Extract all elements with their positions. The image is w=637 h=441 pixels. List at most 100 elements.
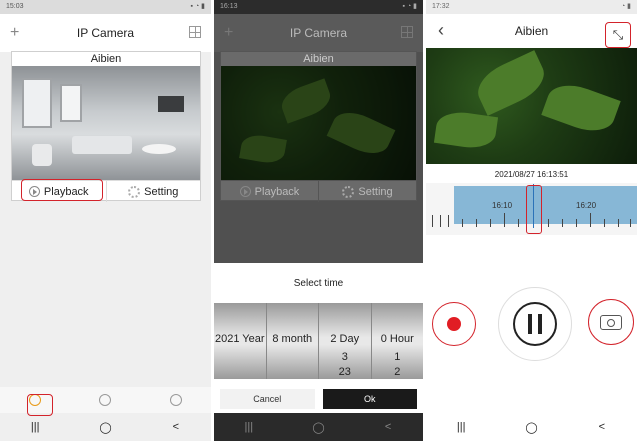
camera-icon bbox=[600, 314, 622, 330]
status-icons: ▪ ◔ ▮ bbox=[402, 3, 417, 10]
timeline-tick bbox=[476, 219, 477, 227]
timeline-tick bbox=[518, 219, 519, 227]
timeline-tick bbox=[548, 219, 549, 227]
status-bar: 17:32 ◔ ▮ bbox=[426, 0, 637, 14]
leaf-shape bbox=[541, 77, 621, 139]
highlight-cursor bbox=[526, 185, 542, 234]
camera-name: Aibien bbox=[90, 53, 122, 65]
tv-shape bbox=[158, 96, 184, 112]
hour-column[interactable]: 0 Hour 1 2 bbox=[370, 303, 424, 379]
table-shape bbox=[142, 144, 176, 154]
timeline-tick bbox=[490, 219, 491, 227]
system-nav-bar: ||| ◯ < bbox=[426, 413, 637, 441]
camera-preview[interactable] bbox=[12, 66, 200, 180]
leaf-shape bbox=[239, 132, 287, 166]
timeline-tick bbox=[590, 213, 591, 227]
home-button[interactable]: ◯ bbox=[516, 421, 546, 434]
playback-controls bbox=[426, 285, 637, 365]
window-shape bbox=[22, 78, 52, 128]
grid-icon[interactable] bbox=[401, 26, 413, 38]
playback-button[interactable]: Playback bbox=[221, 181, 318, 202]
record-icon bbox=[447, 317, 461, 331]
app-bar: + IP Camera bbox=[214, 14, 423, 52]
hour-option: 1 bbox=[394, 351, 401, 363]
recent-apps-button[interactable]: ||| bbox=[20, 421, 50, 433]
timeline-tick bbox=[462, 219, 463, 227]
back-button[interactable]: < bbox=[373, 421, 403, 433]
status-bar: 16:13 ▪ ◔ ▮ bbox=[214, 0, 423, 14]
profile-tab-icon[interactable] bbox=[169, 394, 182, 406]
highlight-playback bbox=[21, 179, 103, 201]
leaf-shape bbox=[470, 50, 552, 116]
day-column[interactable]: 2 Day 3 23 bbox=[318, 303, 371, 379]
status-time: 17:32 bbox=[432, 3, 450, 10]
timeline-tick bbox=[440, 215, 441, 227]
window-shape bbox=[60, 84, 82, 122]
recent-apps-button[interactable]: ||| bbox=[446, 421, 476, 433]
chair-shape bbox=[32, 144, 52, 166]
select-time-sheet: Select time 2021 Year 8 month 2 Day 3 23… bbox=[214, 263, 423, 413]
timeline-tick bbox=[630, 219, 631, 227]
record-button[interactable] bbox=[432, 302, 476, 346]
status-bar: 15:03 ▪ ◔ ▮ bbox=[0, 0, 211, 14]
camera-actions: Playback Setting bbox=[221, 180, 416, 202]
playback-timeline[interactable]: 16:10 16:20 bbox=[426, 183, 637, 235]
phone-screen-camera-list: 15:03 ▪ ◔ ▮ + IP Camera Aibien Playback … bbox=[0, 0, 211, 441]
grid-icon[interactable] bbox=[189, 26, 201, 38]
home-button[interactable]: ◯ bbox=[90, 421, 120, 434]
leaf-shape bbox=[277, 78, 335, 124]
camera-name: Aibien bbox=[303, 53, 334, 65]
sheet-buttons: Cancel Ok bbox=[214, 385, 423, 413]
system-nav-bar: ||| ◯ < bbox=[0, 413, 211, 441]
pause-bar bbox=[538, 314, 542, 334]
date-time-picker[interactable]: 2021 Year 8 month 2 Day 3 23 0 Hour 1 2 bbox=[214, 303, 423, 379]
camera-card: Aibien Playback Setting bbox=[220, 51, 417, 202]
snapshot-button[interactable] bbox=[588, 299, 634, 345]
phone-screen-select-time: 16:13 ▪ ◔ ▮ + IP Camera Aibien Playback … bbox=[214, 0, 423, 441]
status-time: 16:13 bbox=[220, 3, 238, 10]
month-selected: 8 month bbox=[272, 333, 313, 345]
sheet-title: Select time bbox=[293, 278, 344, 289]
back-button[interactable]: < bbox=[587, 421, 617, 433]
back-arrow-icon[interactable]: ‹ bbox=[438, 20, 444, 41]
hour-option: 2 bbox=[394, 366, 401, 378]
pause-icon bbox=[513, 302, 557, 346]
month-column[interactable]: 8 month bbox=[265, 303, 319, 379]
plus-icon[interactable]: + bbox=[10, 24, 19, 42]
day-option: 23 bbox=[338, 366, 351, 378]
timeline-tick bbox=[604, 219, 605, 227]
year-column[interactable]: 2021 Year bbox=[214, 303, 266, 379]
timeline-tick bbox=[576, 219, 577, 227]
setting-label: Setting bbox=[144, 185, 179, 198]
timeline-tick bbox=[504, 213, 505, 227]
setting-button[interactable]: Setting bbox=[105, 181, 201, 202]
message-tab-icon[interactable] bbox=[99, 394, 112, 406]
recent-apps-button[interactable]: ||| bbox=[234, 421, 264, 433]
home-button[interactable]: ◯ bbox=[303, 421, 333, 434]
ok-button[interactable]: Ok bbox=[322, 389, 417, 409]
back-button[interactable]: < bbox=[161, 421, 191, 433]
setting-label: Setting bbox=[358, 185, 393, 198]
playback-video[interactable] bbox=[426, 48, 637, 164]
cancel-button[interactable]: Cancel bbox=[220, 389, 315, 409]
page-title: IP Camera bbox=[76, 26, 135, 40]
app-bar: + IP Camera bbox=[0, 14, 211, 52]
timeline-label: 16:10 bbox=[492, 201, 513, 210]
year-selected: 2021 Year bbox=[214, 333, 265, 345]
fullscreen-icon[interactable]: ⤡ bbox=[605, 22, 631, 48]
plus-icon[interactable]: + bbox=[224, 24, 233, 42]
play-icon bbox=[239, 186, 251, 197]
gear-icon bbox=[128, 185, 141, 198]
timeline-tick bbox=[432, 215, 433, 227]
timeline-tick bbox=[448, 215, 449, 227]
setting-button[interactable]: Setting bbox=[318, 181, 416, 202]
recorded-segment bbox=[454, 186, 637, 224]
leaf-shape bbox=[326, 104, 396, 162]
phone-screen-playback: 17:32 ◔ ▮ ‹ Aibien ⤡ 2021/08/27 16:13:51… bbox=[426, 0, 637, 441]
camera-preview[interactable] bbox=[221, 66, 416, 180]
status-icons: ▪ ◔ ▮ bbox=[190, 3, 205, 10]
playback-timestamp: 2021/08/27 16:13:51 bbox=[494, 170, 569, 179]
pause-bar bbox=[528, 314, 532, 334]
playback-label: Playback bbox=[254, 185, 300, 198]
pause-button[interactable] bbox=[498, 287, 572, 361]
